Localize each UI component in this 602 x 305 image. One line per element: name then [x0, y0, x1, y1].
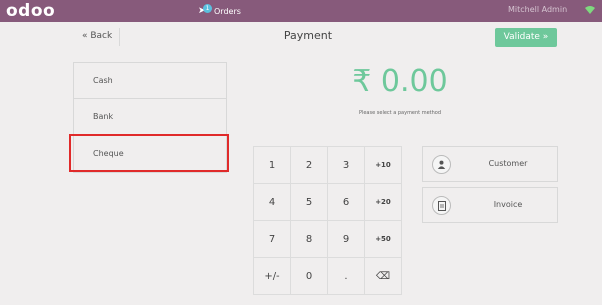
orders-label: Orders [214, 6, 241, 16]
odoo-logo[interactable]: odoo [6, 1, 55, 21]
user-icon [432, 155, 451, 174]
numpad-key-7[interactable]: 7 [254, 221, 290, 257]
numpad-key-5[interactable]: 5 [291, 184, 327, 220]
numpad-key-3[interactable]: 3 [328, 147, 364, 183]
wifi-icon [585, 6, 595, 14]
numpad-key-9[interactable]: 9 [328, 221, 364, 257]
orders-count-badge: 1 [203, 4, 212, 13]
user-name[interactable]: Mitchell Admin [508, 5, 567, 14]
customer-label: Customer [488, 159, 528, 168]
customer-button[interactable]: Customer [422, 146, 558, 182]
payment-method-cash[interactable]: Cash [73, 62, 227, 99]
numpad-key-0[interactable]: 0 [291, 258, 327, 294]
numpad-key-1[interactable]: 1 [254, 147, 290, 183]
numpad-key-plus20[interactable]: +20 [365, 184, 401, 220]
document-icon [432, 196, 451, 215]
backspace-icon[interactable]: ⌫ [365, 258, 401, 294]
numpad: 1 2 3 +10 4 5 6 +20 7 8 9 +50 +/- 0 . ⌫ [253, 146, 402, 295]
back-button[interactable]: « Back [82, 31, 112, 41]
numpad-key-decimal[interactable]: . [328, 258, 364, 294]
numpad-key-plus50[interactable]: +50 [365, 221, 401, 257]
orders-icon: ➤ 1 [198, 4, 212, 18]
numpad-key-2[interactable]: 2 [291, 147, 327, 183]
validate-button[interactable]: Validate » [495, 28, 557, 47]
invoice-label: Invoice [493, 200, 523, 209]
numpad-key-6[interactable]: 6 [328, 184, 364, 220]
divider [119, 28, 120, 46]
numpad-key-4[interactable]: 4 [254, 184, 290, 220]
top-bar: odoo ➤ 1 Orders Mitchell Admin [0, 0, 602, 22]
payment-amount: ₹ 0.00 [352, 64, 448, 99]
invoice-button[interactable]: Invoice [422, 187, 558, 223]
orders-button[interactable]: ➤ 1 Orders [198, 3, 241, 19]
payment-method-bank[interactable]: Bank [73, 99, 227, 136]
payment-hint: Please select a payment method [358, 110, 442, 116]
page-title: Payment [283, 29, 333, 42]
numpad-key-sign[interactable]: +/- [254, 258, 290, 294]
numpad-key-plus10[interactable]: +10 [365, 147, 401, 183]
numpad-key-8[interactable]: 8 [291, 221, 327, 257]
selection-highlight [69, 134, 229, 172]
